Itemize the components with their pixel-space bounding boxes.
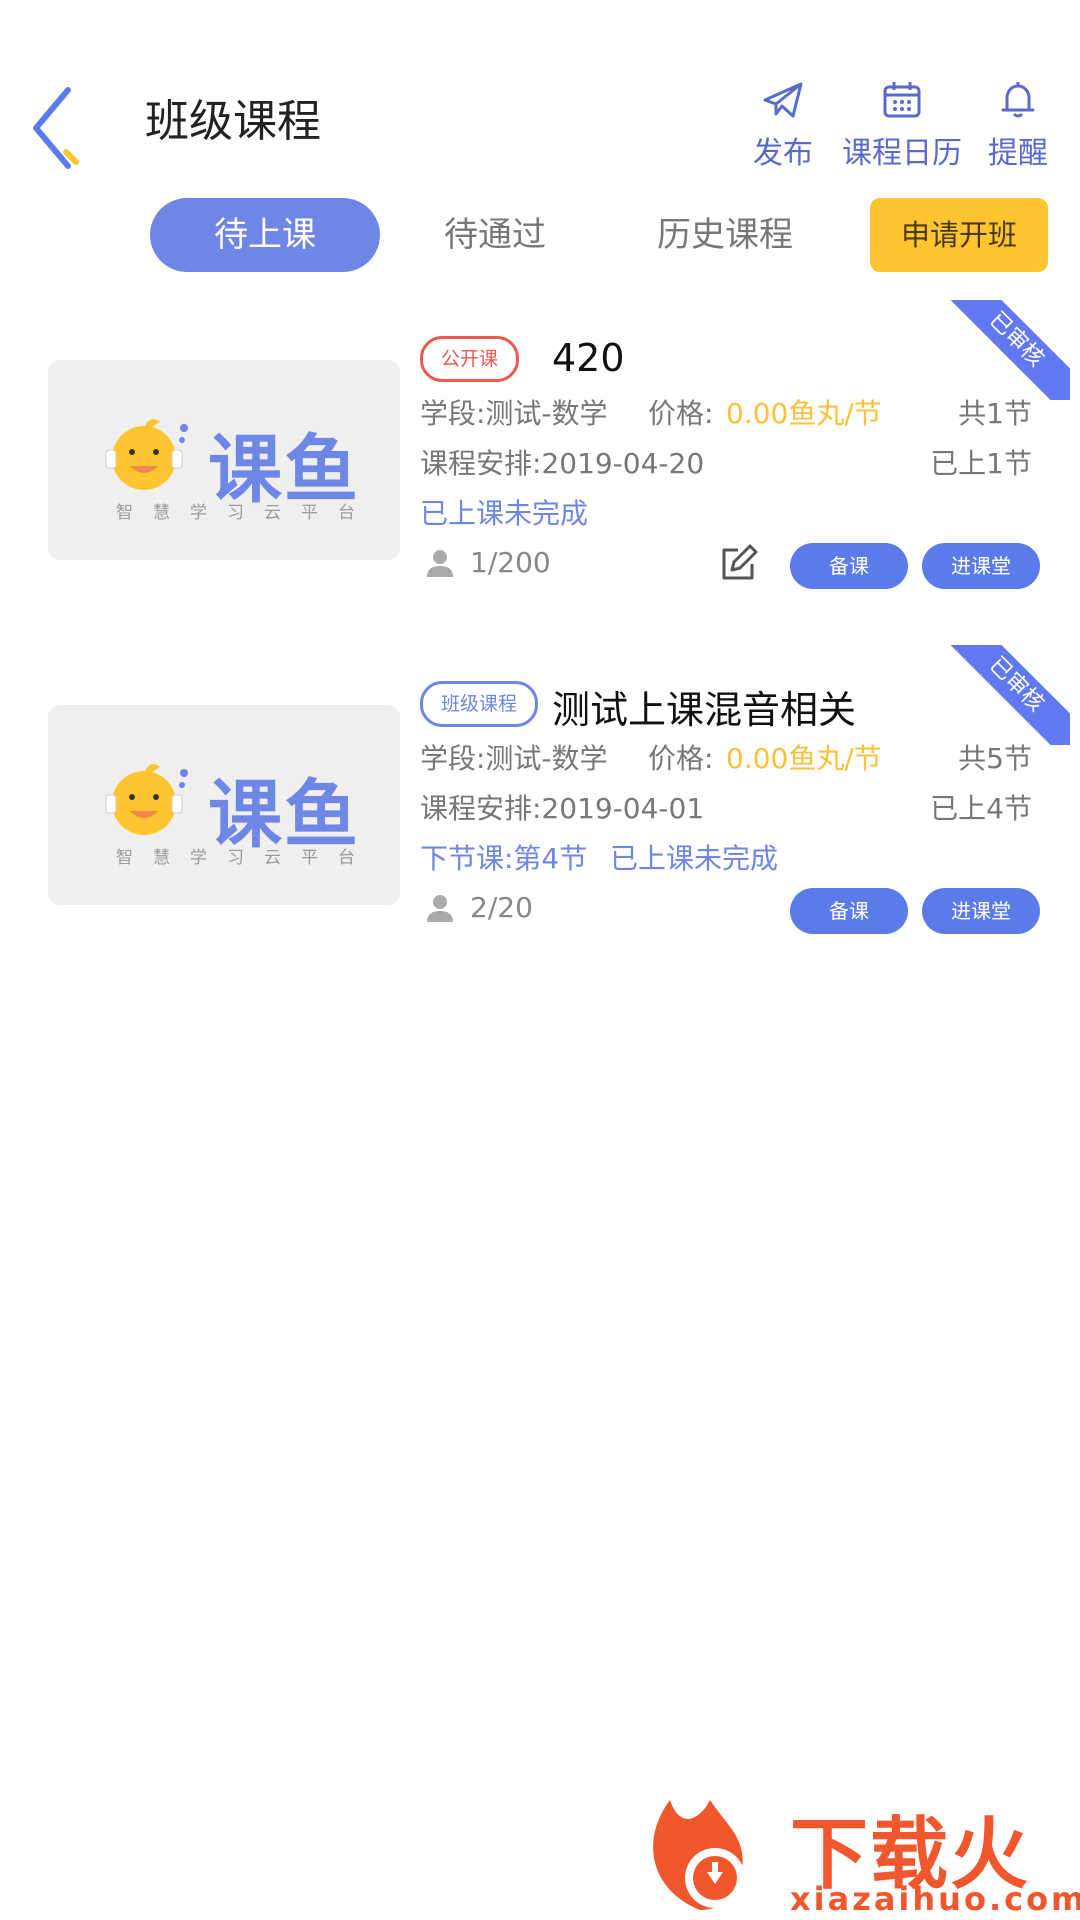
brand-slogan: 智慧学习云平台 bbox=[116, 848, 375, 868]
edit-icon[interactable] bbox=[718, 544, 758, 584]
brand-slogan: 智慧学习云平台 bbox=[116, 503, 375, 523]
fish-logo-icon bbox=[105, 764, 188, 835]
course-status: 已上课未完成 bbox=[420, 497, 589, 530]
tab-pending-approval[interactable]: 待通过 bbox=[405, 198, 585, 272]
reminder-button[interactable]: 提醒 bbox=[970, 80, 1066, 172]
course-card[interactable]: 课鱼 智慧学习云平台 公开课 420 已审核 学段:测试-数学 价格: 0.00… bbox=[0, 300, 1080, 630]
enter-classroom-button[interactable]: 进课堂 bbox=[922, 888, 1040, 934]
total-lessons: 共5节 bbox=[958, 742, 1032, 775]
course-card[interactable]: 课鱼 智慧学习云平台 班级课程 测试上课混音相关 已审核 学段:测试-数学 价格… bbox=[0, 645, 1080, 975]
publish-label: 发布 bbox=[753, 136, 813, 171]
apply-class-button[interactable]: 申请开班 bbox=[870, 198, 1048, 272]
lessons-done: 已上4节 bbox=[930, 792, 1032, 825]
publish-button[interactable]: 发布 bbox=[738, 80, 828, 172]
fish-logo-icon bbox=[105, 419, 188, 490]
paper-plane-icon bbox=[763, 82, 803, 118]
watermark-url: xiazaihuo.com bbox=[790, 1880, 1080, 1918]
bell-icon bbox=[1001, 82, 1035, 118]
page-title: 班级课程 bbox=[145, 96, 321, 147]
course-status: 已上课未完成 bbox=[610, 842, 779, 875]
student-count: 1/200 bbox=[470, 546, 551, 579]
user-icon bbox=[427, 550, 453, 577]
price-label: 价格: bbox=[648, 397, 714, 430]
course-thumbnail: 课鱼 智慧学习云平台 bbox=[48, 360, 400, 560]
approved-ribbon: 已审核 bbox=[950, 300, 1070, 400]
course-calendar-label: 课程日历 bbox=[842, 136, 962, 171]
course-title: 420 bbox=[552, 336, 625, 380]
course-thumbnail: 课鱼 智慧学习云平台 bbox=[48, 705, 400, 905]
lessons-done: 已上1节 bbox=[930, 447, 1032, 480]
reminder-label: 提醒 bbox=[988, 136, 1048, 171]
price-label: 价格: bbox=[648, 742, 714, 775]
course-calendar-button[interactable]: 课程日历 bbox=[826, 80, 978, 172]
course-price: 0.00鱼丸/节 bbox=[726, 397, 882, 430]
course-stage: 学段:测试-数学 bbox=[420, 397, 608, 430]
course-price: 0.00鱼丸/节 bbox=[726, 742, 882, 775]
course-title: 测试上课混音相关 bbox=[552, 688, 857, 732]
total-lessons: 共1节 bbox=[958, 397, 1032, 430]
course-schedule: 课程安排:2019-04-01 bbox=[420, 792, 705, 825]
tab-history[interactable]: 历史课程 bbox=[620, 198, 830, 272]
tab-upcoming[interactable]: 待上课 bbox=[150, 198, 380, 272]
approved-ribbon: 已审核 bbox=[950, 645, 1070, 745]
back-arrow-icon[interactable] bbox=[28, 82, 88, 172]
enter-classroom-button[interactable]: 进课堂 bbox=[922, 543, 1040, 589]
prepare-lesson-button[interactable]: 备课 bbox=[790, 888, 908, 934]
course-stage: 学段:测试-数学 bbox=[420, 742, 608, 775]
prepare-lesson-button[interactable]: 备课 bbox=[790, 543, 908, 589]
course-type-tag: 班级课程 bbox=[420, 681, 539, 727]
course-schedule: 课程安排:2019-04-20 bbox=[420, 447, 705, 480]
course-type-tag: 公开课 bbox=[420, 336, 520, 382]
student-count: 2/20 bbox=[470, 891, 533, 924]
user-icon bbox=[427, 895, 453, 922]
calendar-icon bbox=[883, 82, 921, 118]
next-lesson: 下节课:第4节 bbox=[420, 842, 588, 875]
